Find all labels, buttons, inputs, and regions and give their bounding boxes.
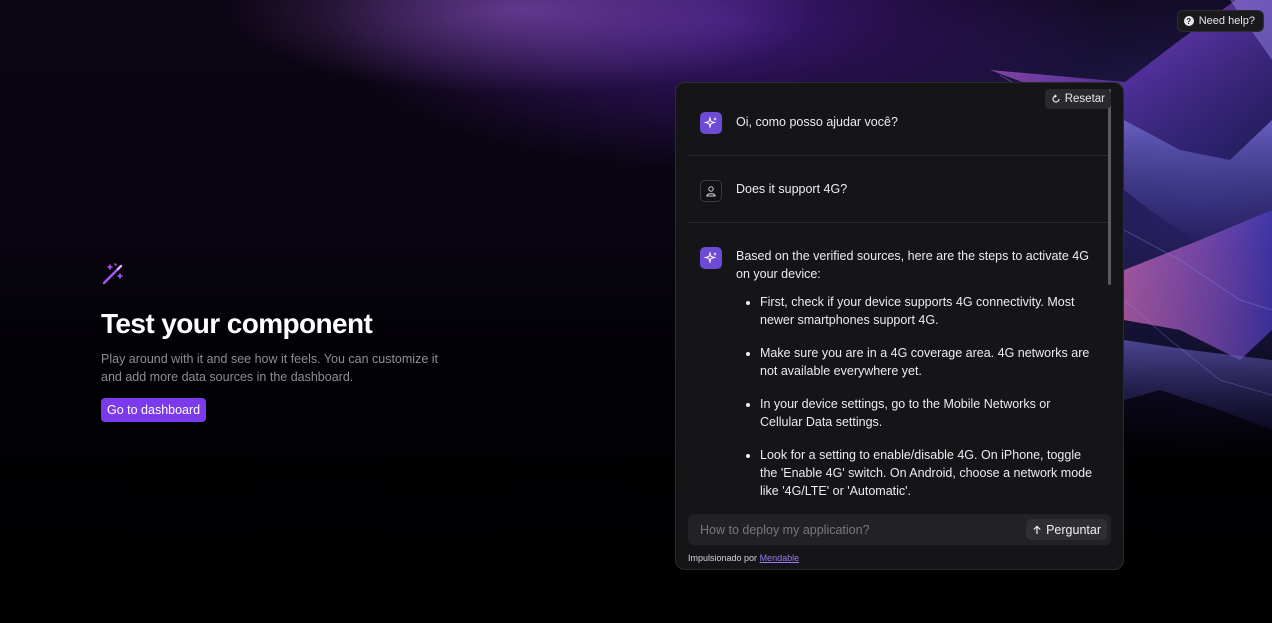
reset-icon	[1052, 94, 1060, 103]
message-user: Does it support 4G?	[688, 156, 1108, 222]
sparkles-icon	[704, 251, 717, 264]
arrow-up-icon	[1033, 524, 1041, 534]
reset-button[interactable]: Resetar	[1044, 89, 1111, 109]
go-to-dashboard-button[interactable]: Go to dashboard	[101, 398, 207, 422]
message-list: Oi, como posso ajudar você? Does it supp…	[688, 97, 1108, 505]
sparkles-icon	[704, 116, 717, 129]
page-description: Play around with it and see how it feels…	[101, 352, 438, 384]
message-text: Oi, como posso ajudar você?	[736, 115, 898, 129]
chat-widget: Resetar Oi, como posso ajudar você? Does…	[675, 82, 1124, 570]
list-item: In your device settings, go to the Mobil…	[760, 395, 1108, 431]
question-input[interactable]	[688, 514, 1018, 545]
hero-section: Test your component Play around with it …	[101, 262, 441, 422]
list-item: Look for a setting to enable/disable 4G.…	[760, 446, 1108, 500]
ask-button[interactable]: Perguntar	[1026, 519, 1107, 540]
steps-list: First, check if your device supports 4G …	[736, 293, 1108, 500]
powered-by-label: Impulsionado por	[688, 553, 758, 563]
page: ? Need help? Test your component Play ar…	[0, 0, 1272, 623]
assistant-avatar	[700, 112, 722, 134]
need-help-button[interactable]: ? Need help?	[1176, 10, 1264, 32]
ask-label: Perguntar	[1046, 522, 1101, 537]
reset-label: Resetar	[1064, 93, 1105, 105]
user-avatar	[700, 180, 722, 202]
assistant-avatar	[700, 247, 722, 269]
need-help-label: Need help?	[1198, 15, 1255, 27]
magic-wand-icon	[102, 263, 123, 285]
page-title: Test your component	[101, 308, 373, 339]
mendable-link[interactable]: Mendable	[760, 553, 800, 563]
question-circle-icon: ?	[1183, 16, 1194, 26]
message-text: Does it support 4G?	[736, 182, 848, 196]
message-text: Based on the verified sources, here are …	[736, 249, 1089, 281]
user-icon	[706, 186, 716, 197]
powered-by: Impulsionado por Mendable	[688, 553, 799, 563]
chat-scrollbar[interactable]	[1108, 89, 1111, 285]
question-input-bar: Perguntar	[688, 514, 1111, 545]
message-assistant: Based on the verified sources, here are …	[688, 223, 1108, 500]
list-item: Make sure you are in a 4G coverage area.…	[760, 344, 1108, 380]
list-item: First, check if your device supports 4G …	[760, 293, 1108, 329]
